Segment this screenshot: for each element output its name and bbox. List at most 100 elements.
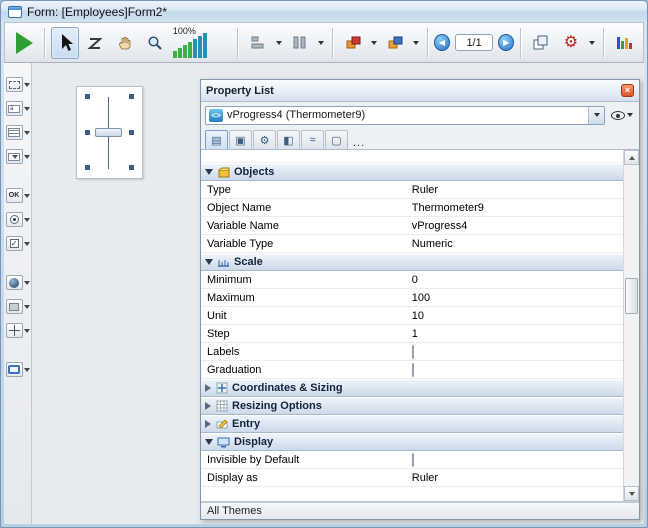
distribute-dropdown[interactable]	[316, 29, 326, 57]
object-order-button[interactable]	[381, 27, 409, 59]
scroll-up-button[interactable]	[624, 150, 639, 165]
property-value[interactable]: 1	[408, 328, 623, 340]
chevron-down-icon[interactable]	[24, 305, 30, 309]
zoom-bar[interactable]	[203, 33, 207, 58]
chevron-down-icon[interactable]	[24, 194, 30, 198]
graduation-checkbox[interactable]	[412, 363, 414, 377]
zoom-level-control[interactable]: 100%	[171, 26, 231, 60]
chevron-down-icon[interactable]	[24, 107, 30, 111]
select-tool-button[interactable]	[51, 27, 79, 59]
section-header-coordinates-sizing[interactable]: Coordinates & Sizing	[201, 379, 623, 397]
chevron-down-icon[interactable]	[24, 368, 30, 372]
chevron-down-icon[interactable]	[24, 155, 30, 159]
invisible-by-default-checkbox[interactable]	[412, 453, 414, 467]
property-value[interactable]: Numeric	[408, 238, 623, 250]
text-tool[interactable]	[6, 77, 30, 92]
duplicate-dropdown[interactable]	[369, 29, 379, 57]
combo-box-tool-button[interactable]	[6, 149, 23, 164]
checkbox-tool[interactable]: ✓	[6, 236, 30, 251]
disclosure-triangle-icon[interactable]	[205, 439, 213, 445]
align-dropdown[interactable]	[274, 29, 284, 57]
vertical-scrollbar[interactable]	[623, 150, 639, 501]
chevron-down-icon[interactable]	[24, 329, 30, 333]
button-tool-button[interactable]: OK	[6, 188, 23, 203]
selection-handle[interactable]	[85, 165, 90, 170]
align-button[interactable]	[244, 27, 272, 59]
tab-data[interactable]: ◧	[277, 130, 300, 149]
section-header-display[interactable]: Display	[201, 433, 623, 451]
section-header-resizing-options[interactable]: Resizing Options	[201, 397, 623, 415]
scroll-down-button[interactable]	[624, 486, 639, 501]
tab-picture[interactable]: ▣	[229, 130, 252, 149]
chevron-down-icon[interactable]	[24, 218, 30, 222]
chevron-down-icon[interactable]	[24, 131, 30, 135]
subform-tool-button[interactable]	[6, 362, 23, 377]
input-tool[interactable]: a	[6, 101, 30, 116]
selection-handle[interactable]	[85, 130, 90, 135]
close-button[interactable]: ×	[621, 84, 634, 97]
form-canvas[interactable]: Property List × <> vProgress4 (Thermomet…	[33, 63, 644, 524]
radio-tool-button[interactable]	[6, 212, 23, 227]
page-indicator[interactable]: 1/1	[455, 34, 494, 51]
pan-tool-button[interactable]	[111, 27, 139, 59]
zoom-bar[interactable]	[183, 45, 187, 58]
scrollbar-thumb[interactable]	[625, 278, 638, 314]
themes-footer[interactable]: All Themes	[201, 502, 639, 519]
disclosure-triangle-icon[interactable]	[205, 169, 213, 175]
tab-events[interactable]: ≈	[301, 130, 324, 149]
labels-checkbox[interactable]	[412, 345, 414, 359]
ruler-slider[interactable]	[95, 128, 122, 137]
section-header-entry[interactable]: Entry	[201, 415, 623, 433]
zoom-bars-icon[interactable]	[173, 33, 207, 58]
database-objects-button[interactable]	[610, 27, 638, 59]
combo-dropdown-button[interactable]	[588, 107, 604, 124]
view-options-button[interactable]	[609, 109, 635, 122]
draw-tool-button[interactable]	[81, 27, 109, 59]
disclosure-triangle-icon[interactable]	[205, 384, 211, 392]
rectangle-tool-button[interactable]	[6, 299, 23, 314]
list-box-tool[interactable]	[6, 125, 30, 140]
section-header-objects[interactable]: Objects	[201, 163, 623, 181]
button-tool[interactable]: OK	[6, 188, 30, 203]
checkbox-tool-button[interactable]: ✓	[6, 236, 23, 251]
disclosure-triangle-icon[interactable]	[205, 402, 211, 410]
chevron-down-icon[interactable]	[24, 281, 30, 285]
chevron-down-icon[interactable]	[24, 242, 30, 246]
line-tool[interactable]	[6, 323, 30, 338]
actions-dropdown[interactable]	[587, 29, 597, 57]
property-value[interactable]: 100	[408, 292, 623, 304]
tab-settings[interactable]: ⚙	[253, 130, 276, 149]
form-pages-button[interactable]	[527, 27, 555, 59]
zoom-bar[interactable]	[173, 51, 177, 58]
property-value[interactable]: 10	[408, 310, 623, 322]
radio-button-tool[interactable]	[6, 212, 30, 227]
disclosure-triangle-icon[interactable]	[205, 420, 211, 428]
selection-handle[interactable]	[129, 130, 134, 135]
indicator-tool-button[interactable]	[6, 275, 23, 290]
chevron-down-icon[interactable]	[24, 83, 30, 87]
previous-page-button[interactable]: ◀	[434, 34, 450, 51]
zoom-bar[interactable]	[193, 39, 197, 58]
combo-box-tool[interactable]	[6, 149, 30, 164]
distribute-button[interactable]	[286, 27, 314, 59]
selection-handle[interactable]	[85, 94, 90, 99]
section-header-scale[interactable]: Scale	[201, 253, 623, 271]
subform-tool[interactable]	[6, 362, 30, 377]
next-page-button[interactable]: ▶	[498, 34, 514, 51]
zoom-bar[interactable]	[188, 42, 192, 58]
input-tool-button[interactable]: a	[6, 101, 23, 116]
execute-form-button[interactable]	[10, 27, 38, 59]
object-selector[interactable]: <> vProgress4 (Thermometer9)	[205, 106, 605, 125]
property-value[interactable]: Ruler	[408, 472, 623, 484]
text-tool-button[interactable]	[6, 77, 23, 92]
title-bar[interactable]: Form: [Employees]Form2*	[1, 1, 647, 22]
disclosure-triangle-icon[interactable]	[205, 259, 213, 265]
form-actions-button[interactable]: ⚙	[557, 27, 585, 59]
property-value[interactable]: Thermometer9	[408, 202, 623, 214]
tab-display[interactable]: ▢	[325, 130, 348, 149]
line-tool-button[interactable]	[6, 323, 23, 338]
tab-objects[interactable]: ▤	[205, 130, 228, 149]
selection-handle[interactable]	[129, 94, 134, 99]
selection-handle[interactable]	[129, 165, 134, 170]
property-list-header[interactable]: Property List ×	[201, 80, 639, 102]
